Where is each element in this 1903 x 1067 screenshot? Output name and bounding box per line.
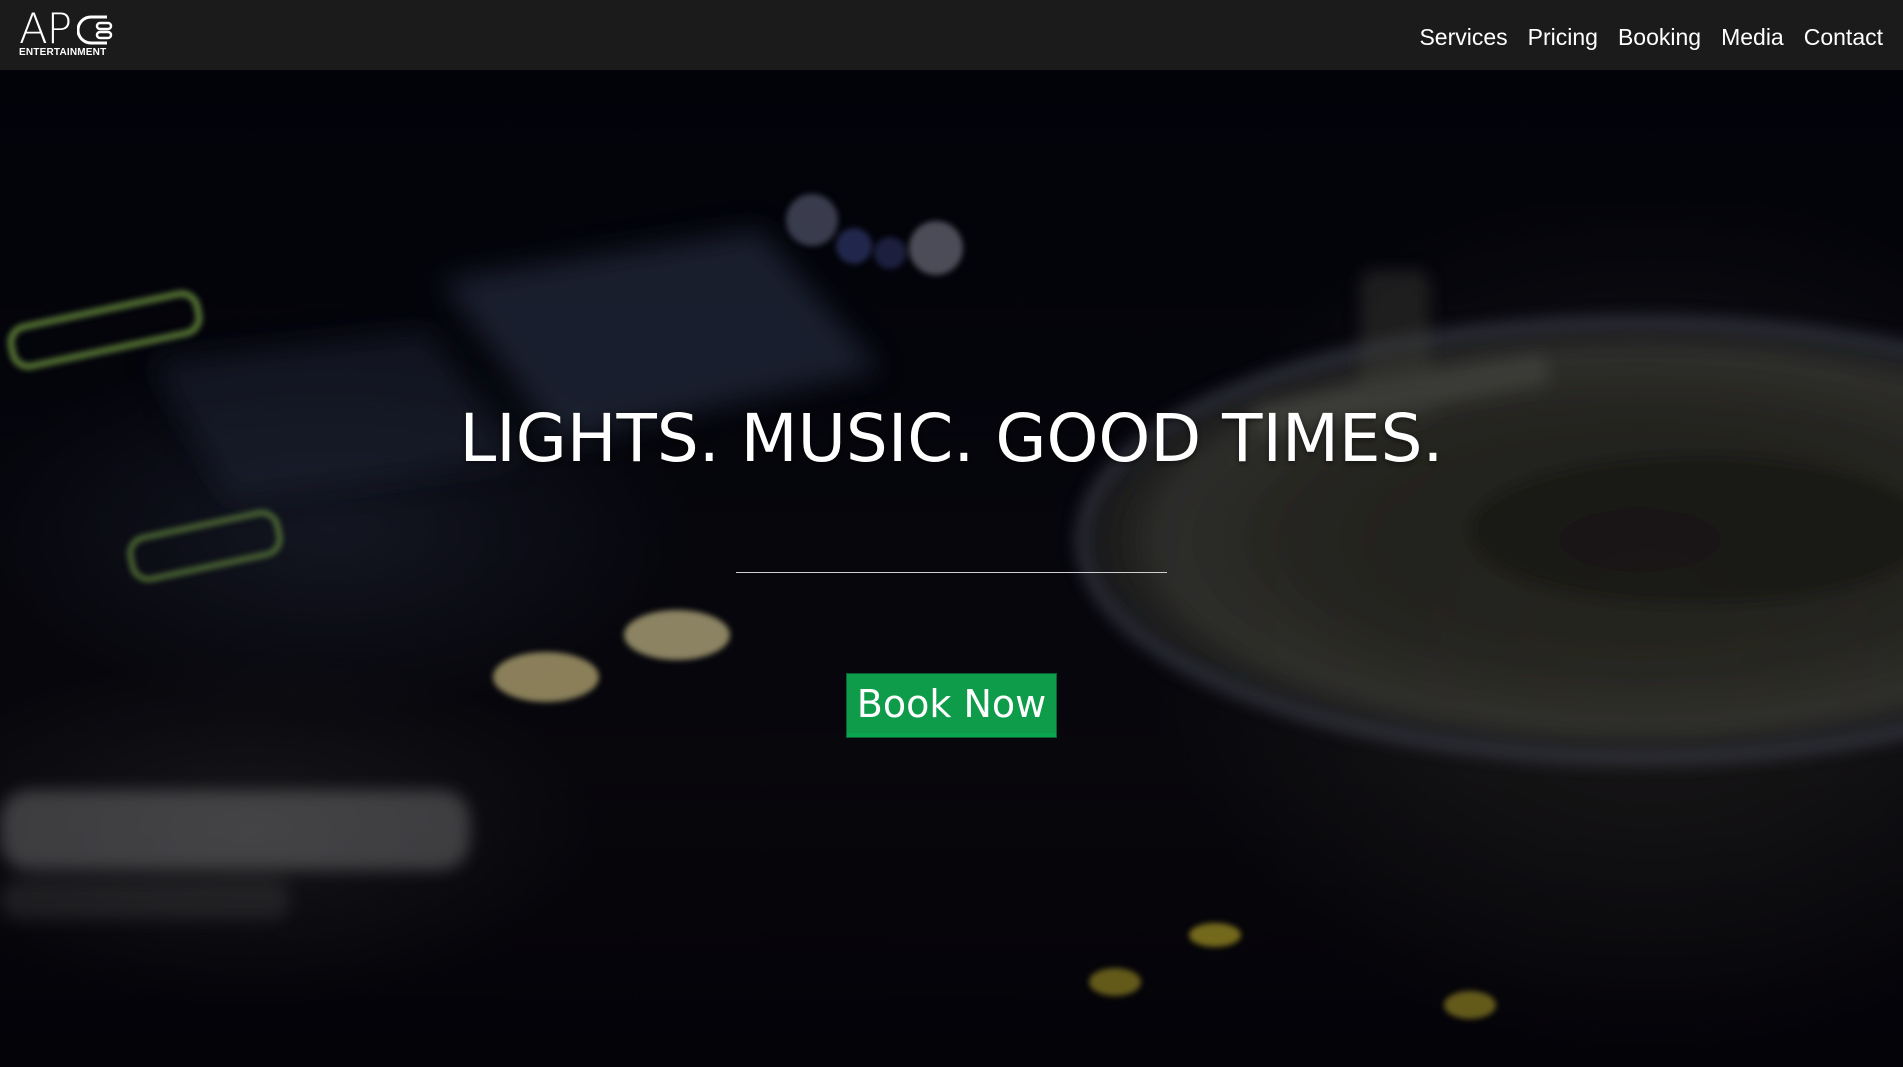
hero-title: LIGHTS. MUSIC. GOOD TIMES.: [459, 400, 1444, 477]
nav-link-services[interactable]: Services: [1419, 18, 1507, 52]
book-now-button[interactable]: Book Now: [847, 674, 1056, 737]
top-navbar: AP ENTERTAINMENT Services Pricing Bookin…: [0, 0, 1903, 70]
logo-c-plug-icon: [77, 15, 113, 45]
hero-section: LIGHTS. MUSIC. GOOD TIMES. Book Now: [0, 70, 1903, 1067]
nav-item-pricing: Pricing: [1528, 18, 1598, 52]
logo-wordmark: AP: [19, 4, 72, 53]
logo-subtitle: ENTERTAINMENT: [19, 47, 107, 58]
brand-logo[interactable]: AP ENTERTAINMENT: [19, 8, 115, 60]
hero-divider: [736, 572, 1167, 573]
nav-item-media: Media: [1721, 18, 1784, 52]
main-nav: Services Pricing Booking Media Contact: [1419, 0, 1883, 70]
nav-link-contact[interactable]: Contact: [1804, 18, 1883, 52]
nav-item-services: Services: [1419, 18, 1507, 52]
nav-link-media[interactable]: Media: [1721, 18, 1784, 52]
hero-content: LIGHTS. MUSIC. GOOD TIMES. Book Now: [0, 70, 1903, 1067]
nav-item-contact: Contact: [1804, 18, 1883, 52]
nav-link-booking[interactable]: Booking: [1618, 18, 1701, 52]
nav-item-booking: Booking: [1618, 18, 1701, 52]
page: AP ENTERTAINMENT Services Pricing Bookin…: [0, 0, 1903, 1067]
nav-link-pricing[interactable]: Pricing: [1528, 18, 1598, 52]
